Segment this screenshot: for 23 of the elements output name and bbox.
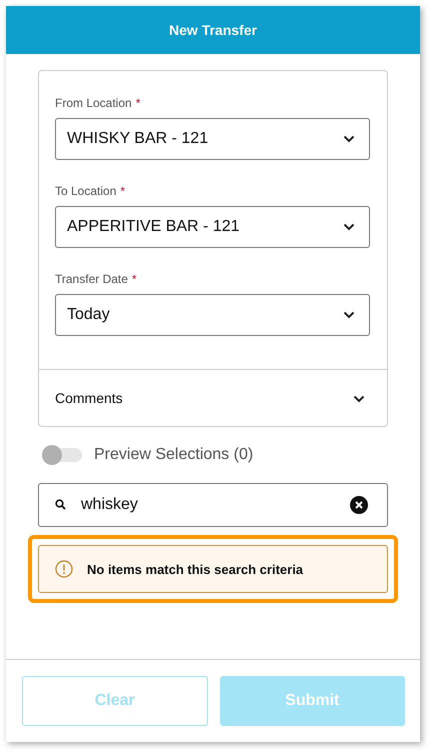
chevron-down-icon: [343, 311, 355, 319]
chevron-down-icon: [353, 395, 365, 403]
field-label: From Location: [55, 96, 132, 110]
search-icon: [55, 499, 66, 510]
required-asterisk: *: [132, 272, 137, 286]
comments-label: Comments: [55, 390, 123, 406]
search-field[interactable]: whiskey: [38, 483, 388, 527]
dropdown-field[interactable]: APPERITIVE BAR - 121: [55, 206, 370, 248]
dropdown-field[interactable]: Today: [55, 294, 370, 336]
chevron-down-icon: [343, 135, 355, 143]
required-asterisk: *: [136, 96, 140, 110]
window-title: New Transfer: [169, 22, 257, 38]
dropdown-field[interactable]: WHISKY BAR - 121: [55, 118, 370, 160]
toggle-label: Preview Selections (0): [94, 446, 254, 464]
field-label: To Location: [55, 184, 116, 198]
required-asterisk: *: [120, 184, 126, 198]
warning-icon: [55, 560, 73, 578]
toggle-switch[interactable]: [42, 448, 82, 462]
clear-icon[interactable]: [350, 496, 368, 514]
field-label: Transfer Date: [55, 272, 128, 286]
chevron-down-icon: [343, 223, 355, 231]
comments-section[interactable]: Comments: [39, 369, 387, 426]
alert-message: No items match this search criteria: [87, 562, 304, 576]
